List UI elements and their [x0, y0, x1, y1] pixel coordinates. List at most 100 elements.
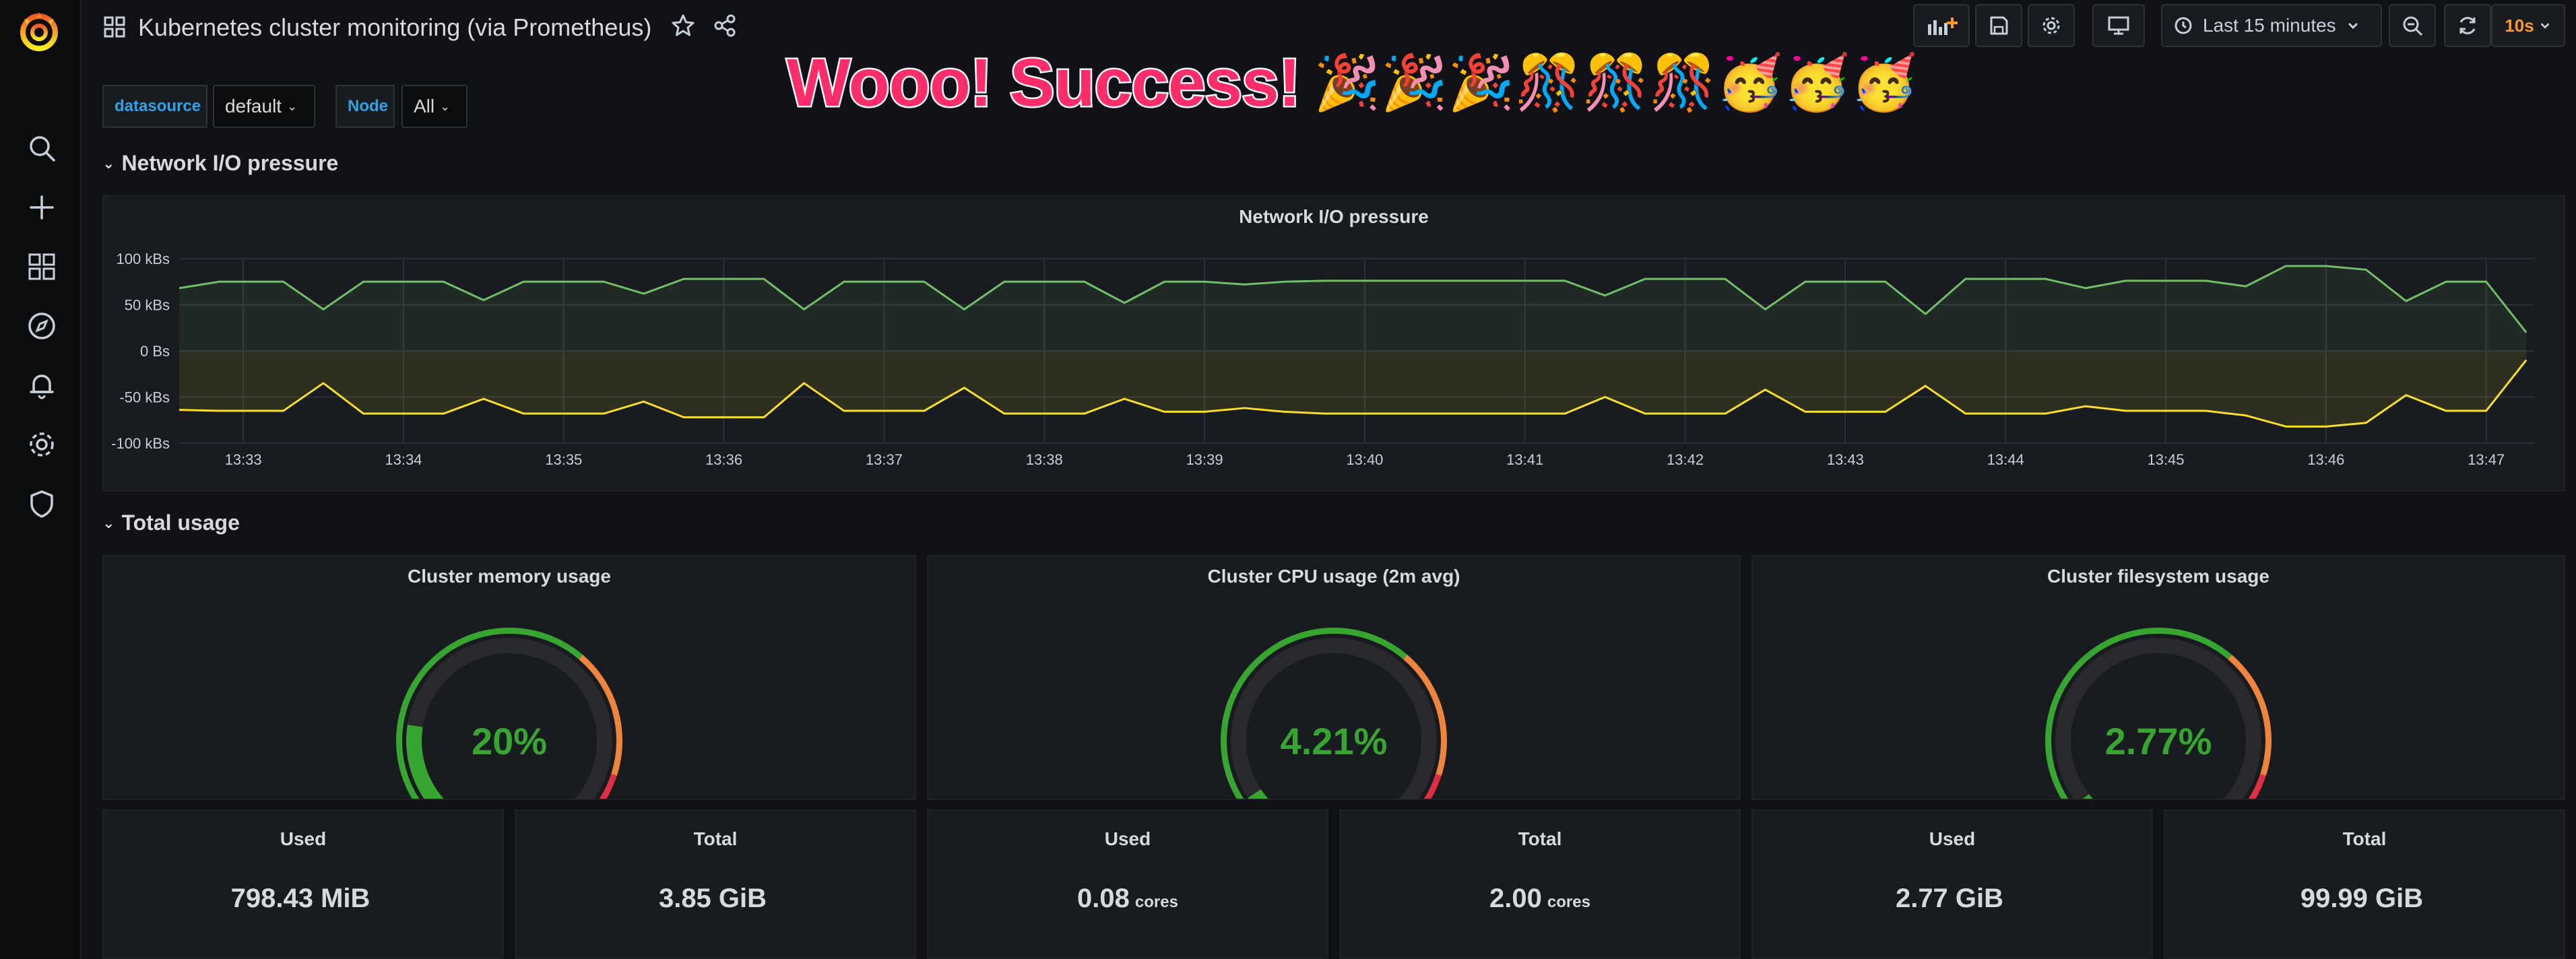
- stat-title: Total: [693, 828, 738, 849]
- variable-select-datasource[interactable]: default ⌄: [213, 85, 315, 128]
- memory-gauge: 20%: [396, 628, 622, 799]
- dashboard-title[interactable]: Kubernetes cluster monitoring (via Prome…: [138, 13, 651, 42]
- x-tick-label: 13:37: [866, 451, 903, 468]
- dashboards-grid-icon[interactable]: [26, 251, 58, 283]
- refresh-icon: [2459, 17, 2476, 34]
- dashboard-grid-icon: [101, 13, 129, 42]
- refresh-interval-picker[interactable]: 10s: [2491, 4, 2565, 47]
- variable-select-node[interactable]: All ⌄: [401, 85, 468, 128]
- stat-panel-memory-used[interactable]: Used 798.43 MiB: [102, 809, 504, 959]
- network-io-panel[interactable]: Network I/O pressure 100 kBs 50 kBs 0 Bs -5…: [102, 195, 2565, 492]
- x-tick-label: 13:40: [1346, 451, 1383, 468]
- refresh-interval-label: 10s: [2505, 15, 2534, 36]
- zoom-out-button[interactable]: [2389, 4, 2436, 47]
- series-area: [179, 351, 2527, 427]
- stat-value: 99.99 GiB: [2300, 884, 2424, 913]
- row-network-io-title: Network I/O pressure: [121, 151, 339, 175]
- gauge-value-text: 4.21%: [1281, 720, 1388, 762]
- cpu-gauge: 4.21%: [1221, 628, 1447, 799]
- stat-value: 2.00 cores: [1489, 884, 1590, 913]
- time-range-label: Last 15 minutes: [2203, 15, 2336, 36]
- grafana-logo-icon[interactable]: [15, 7, 63, 59]
- stat-value: 798.43 MiB: [230, 884, 371, 913]
- save-dashboard-button[interactable]: [1975, 4, 2022, 47]
- y-tick-label: 50 kBs: [125, 297, 170, 314]
- stat-value: 0.08 cores: [1077, 884, 1178, 913]
- stat-title: Used: [1104, 828, 1151, 849]
- success-banner: Wooo! Success! 🎉🎉🎉🎊🎊🎊🥳🥳🥳: [785, 39, 1918, 127]
- server-admin-shield-icon[interactable]: [26, 488, 58, 520]
- variable-value-datasource: default: [225, 96, 282, 117]
- stat-title: Used: [280, 828, 327, 849]
- create-plus-icon[interactable]: [26, 191, 58, 224]
- x-tick-label: 13:34: [385, 451, 422, 468]
- stat-panel-cpu-total[interactable]: Total 2.00 cores: [1339, 809, 1741, 959]
- refresh-button[interactable]: [2444, 4, 2491, 47]
- x-tick-label: 13:45: [2147, 451, 2184, 468]
- x-tick-label: 13:36: [705, 451, 742, 468]
- add-panel-icon: [1928, 18, 1958, 35]
- chevron-down-icon: ⌄: [287, 99, 298, 113]
- row-network-io[interactable]: ⌄ Network I/O pressure: [102, 151, 338, 176]
- x-tick-label: 13:47: [2468, 451, 2505, 468]
- y-tick-label: 0 Bs: [140, 343, 170, 360]
- y-tick-label: -100 kBs: [111, 435, 170, 452]
- configuration-gear-icon[interactable]: [26, 428, 58, 461]
- chevron-down-icon: ⌄: [102, 514, 115, 531]
- series-area: [179, 265, 2527, 351]
- chevron-down-icon: [2348, 22, 2358, 30]
- stat-value: 2.77 GiB: [1895, 884, 2004, 913]
- stat-title: Total: [1518, 828, 1562, 849]
- x-tick-label: 13:38: [1026, 451, 1063, 468]
- gauge-value-text: 20%: [472, 720, 547, 762]
- search-icon[interactable]: [26, 132, 58, 164]
- x-tick-label: 13:39: [1186, 451, 1223, 468]
- cycle-view-mode-button[interactable]: [2092, 4, 2145, 47]
- gauge-panel-cpu[interactable]: Cluster CPU usage (2m avg) 4.21%: [927, 555, 1741, 800]
- row-total-usage-title: Total usage: [121, 510, 240, 535]
- row-total-usage[interactable]: ⌄ Total usage: [102, 510, 240, 535]
- success-banner-text: Wooo! Success!: [785, 43, 1302, 122]
- sidebar: [0, 0, 82, 959]
- y-tick-label: -50 kBs: [119, 389, 170, 406]
- explore-compass-icon[interactable]: [26, 310, 58, 342]
- stat-title: Total: [2342, 828, 2387, 849]
- x-tick-label: 13:44: [1987, 451, 2024, 468]
- gauge-track: [2055, 637, 2261, 799]
- chevron-down-icon: ⌄: [102, 154, 115, 172]
- stat-panel-filesystem-total[interactable]: Total 99.99 GiB: [2164, 809, 2565, 959]
- filesystem-gauge: 2.77%: [2045, 628, 2272, 799]
- dashboard-settings-button[interactable]: [2028, 4, 2075, 47]
- chevron-down-icon: [2540, 23, 2550, 29]
- network-io-chart[interactable]: 100 kBs 50 kBs 0 Bs -50 kBs -100 kBs 13:33 13:…: [104, 197, 2564, 490]
- alerting-bell-icon[interactable]: [26, 369, 58, 401]
- celebration-emoji: 🎉🎉🎉🎊🎊🎊🥳🥳🥳: [1314, 51, 1918, 114]
- stat-value: 3.85 GiB: [658, 884, 767, 913]
- add-panel-button[interactable]: [1913, 4, 1970, 47]
- variable-label-datasource: datasource: [102, 85, 207, 128]
- x-tick-label: 13:43: [1827, 451, 1864, 468]
- x-tick-label: 13:35: [545, 451, 582, 468]
- gauge-panel-filesystem[interactable]: Cluster filesystem usage 2.77%: [1751, 555, 2565, 800]
- time-range-picker[interactable]: Last 15 minutes: [2161, 4, 2382, 47]
- y-tick-label: 100 kBs: [117, 251, 170, 267]
- star-icon[interactable]: [670, 12, 698, 40]
- x-tick-label: 13:46: [2307, 451, 2344, 468]
- stat-panel-memory-total[interactable]: Total 3.85 GiB: [515, 809, 916, 959]
- gauge-track: [406, 637, 612, 799]
- settings-gear-icon: [2042, 17, 2060, 34]
- variable-label-node: Node: [335, 85, 395, 128]
- variable-value-node: All: [414, 96, 435, 117]
- stat-panel-cpu-used[interactable]: Used 0.08 cores: [927, 809, 1328, 959]
- x-tick-label: 13:41: [1506, 451, 1543, 468]
- zoom-out-icon: [2403, 16, 2423, 36]
- x-tick-label: 13:42: [1667, 451, 1704, 468]
- stat-panel-filesystem-used[interactable]: Used 2.77 GiB: [1751, 809, 2153, 959]
- stat-title: Used: [1929, 828, 1976, 849]
- share-icon[interactable]: [711, 12, 740, 40]
- save-icon: [1990, 16, 2008, 35]
- gauge-panel-memory[interactable]: Cluster memory usage 20%: [102, 555, 916, 800]
- clock-icon: [2175, 17, 2192, 34]
- gauge-value-text: 2.77%: [2105, 720, 2212, 762]
- gauge-track: [1231, 637, 1437, 799]
